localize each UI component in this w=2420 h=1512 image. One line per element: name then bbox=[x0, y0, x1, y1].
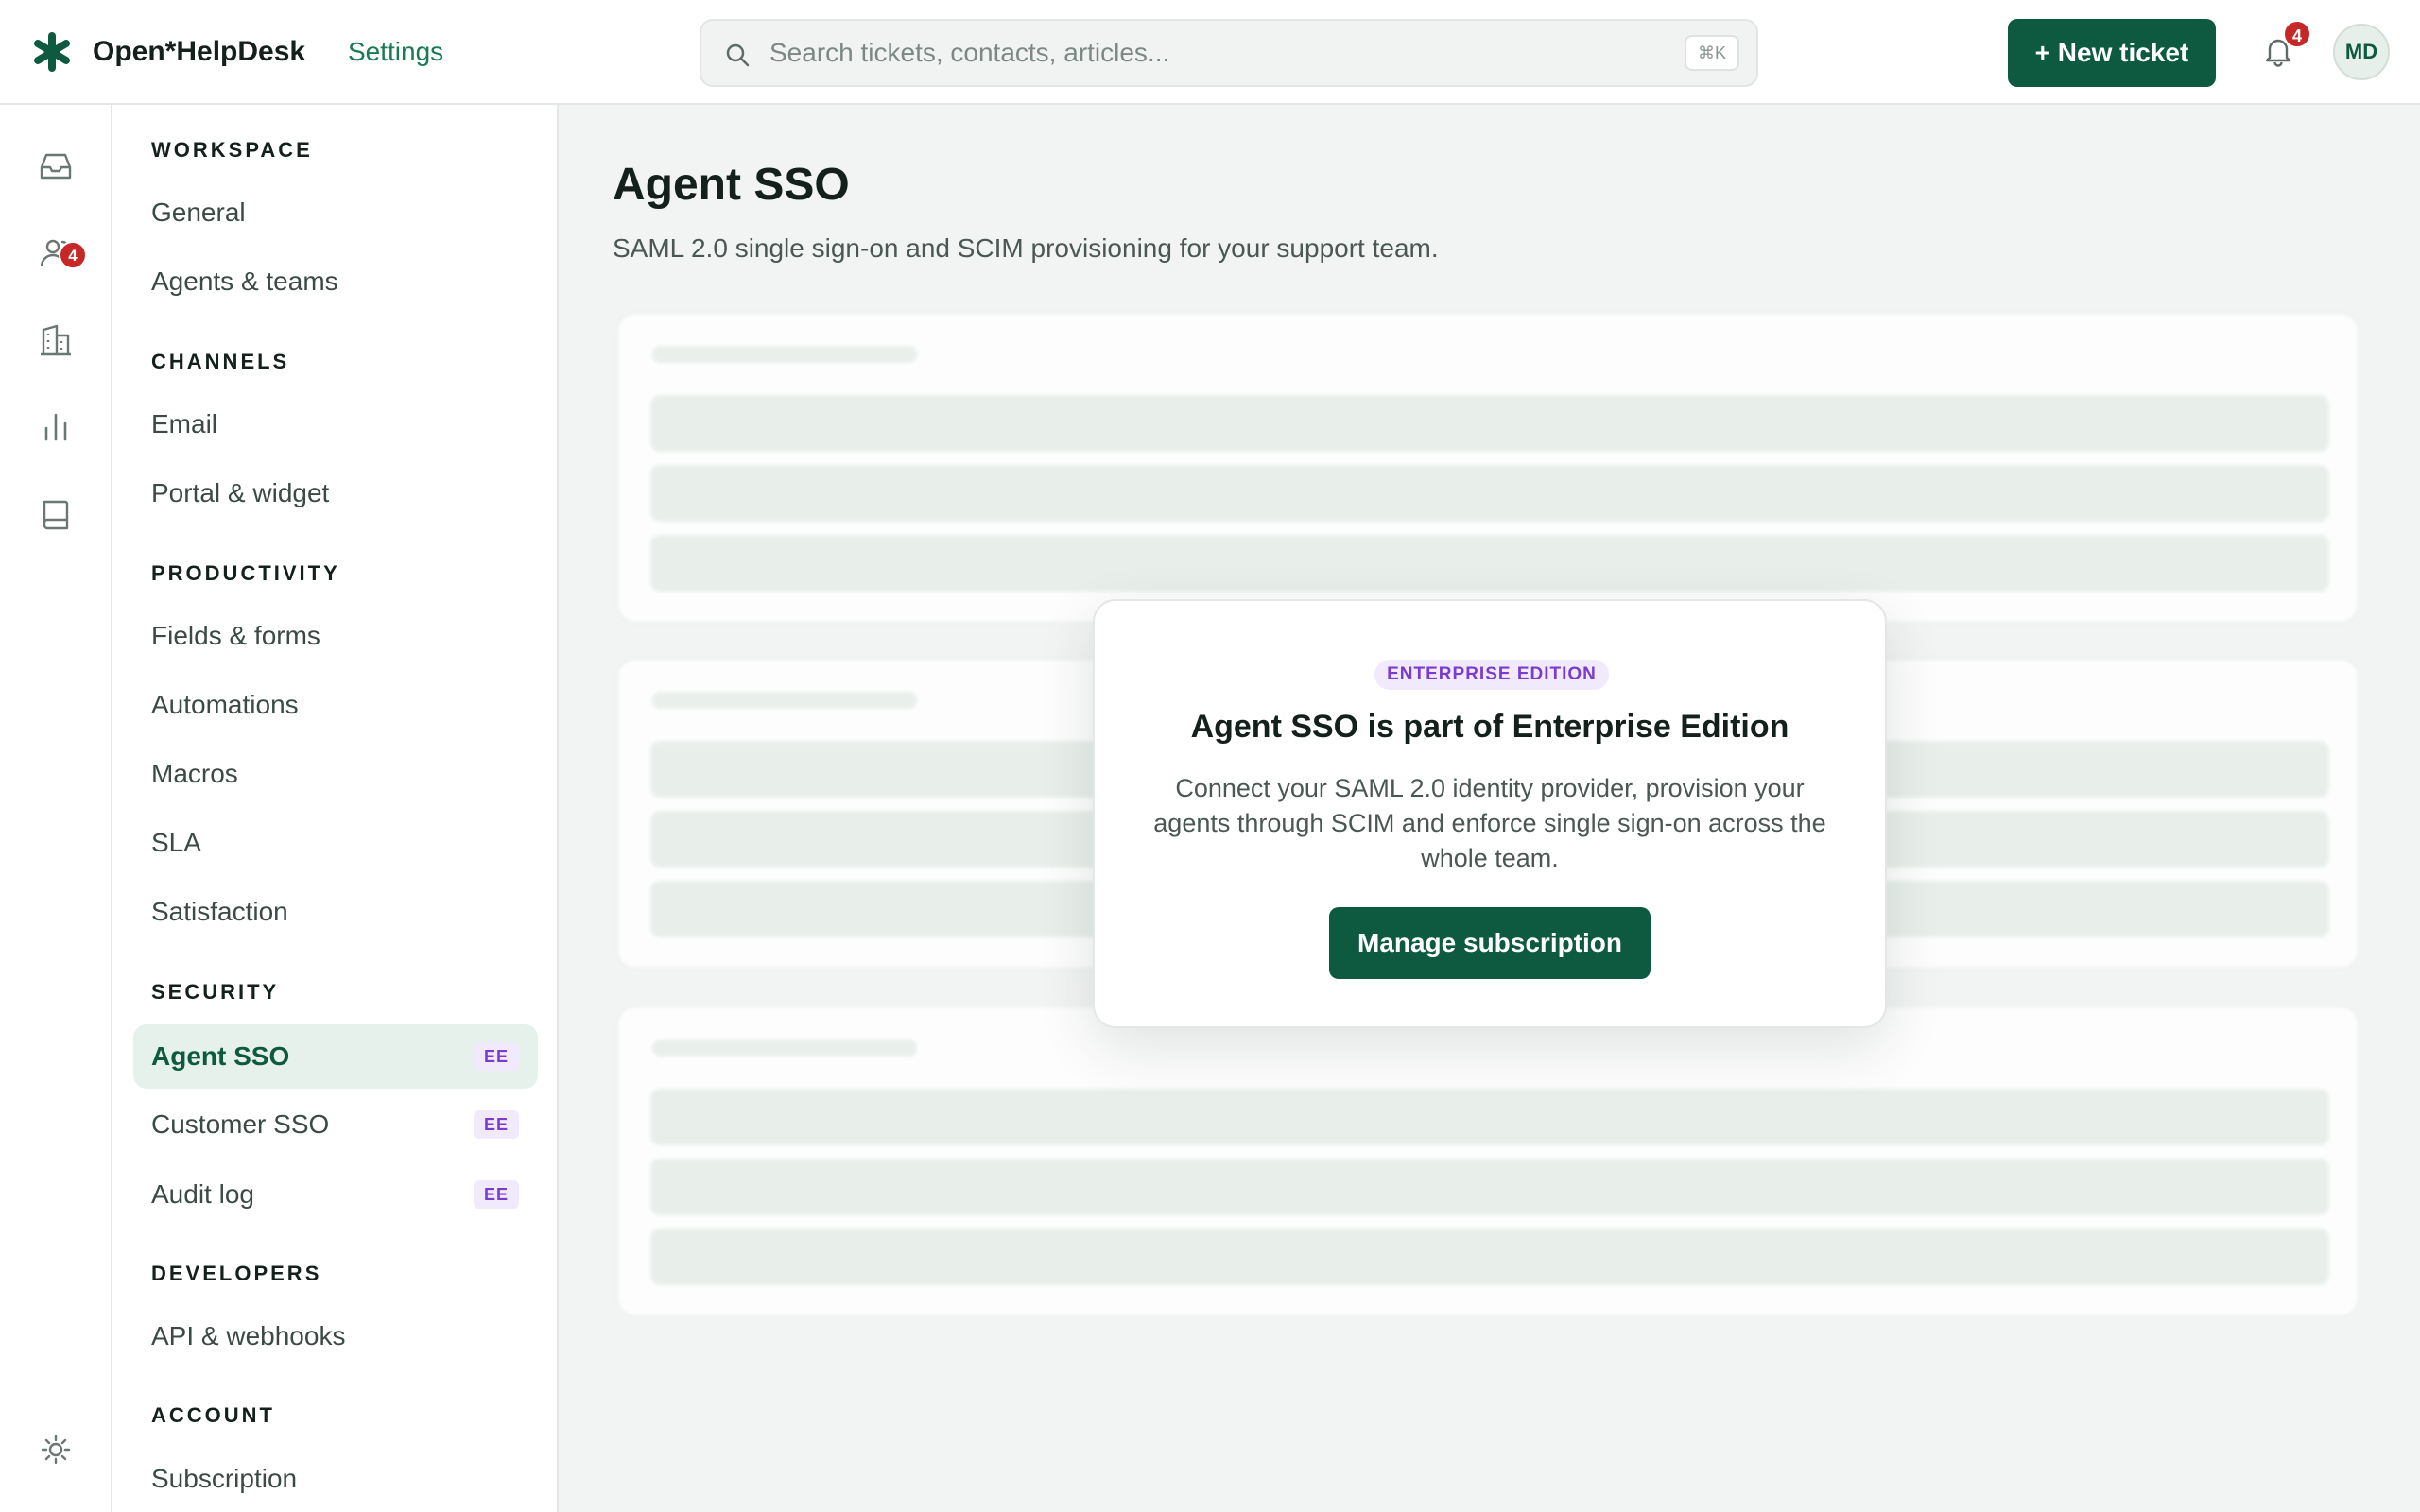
new-ticket-button[interactable]: + New ticket bbox=[2008, 19, 2216, 87]
section-title-developers: DEVELOPERS bbox=[151, 1262, 322, 1285]
sidebar-item-agent-sso[interactable]: Agent SSO EE bbox=[133, 1024, 538, 1089]
sidebar-item-agents-teams[interactable]: Agents & teams bbox=[133, 249, 538, 314]
sidebar-item-label: Email bbox=[151, 409, 218, 438]
search-shortcut-hint: ⌘K bbox=[1684, 35, 1739, 71]
skeleton-row bbox=[650, 395, 2329, 452]
sidebar-item-email[interactable]: Email bbox=[133, 392, 538, 456]
skeleton-card bbox=[616, 1005, 2360, 1317]
sidebar-item-label: Subscription bbox=[151, 1464, 298, 1493]
sidebar-item-portal-widget[interactable]: Portal & widget bbox=[133, 461, 538, 525]
manage-subscription-button[interactable]: Manage subscription bbox=[1329, 907, 1651, 979]
sidebar-item-sla[interactable]: SLA bbox=[133, 811, 538, 875]
ee-badge: EE bbox=[474, 1042, 519, 1071]
skeleton-row bbox=[650, 1159, 2329, 1215]
page-title: Agent SSO bbox=[613, 160, 850, 210]
sidebar-item-macros[interactable]: Macros bbox=[133, 742, 538, 806]
knowledge-base-icon[interactable] bbox=[38, 496, 74, 532]
inbox-badge: 4 bbox=[59, 241, 87, 269]
sidebar-item-label: Automations bbox=[151, 690, 299, 719]
top-bar: Open*HelpDesk Settings ⌘K + New ticket 4… bbox=[0, 0, 2420, 105]
reports-icon[interactable] bbox=[38, 409, 74, 445]
skeleton-row bbox=[650, 535, 2329, 592]
sidebar-item-fields-forms[interactable]: Fields & forms bbox=[133, 604, 538, 668]
sidebar-item-label: Portal & widget bbox=[151, 478, 330, 507]
search-icon bbox=[726, 43, 750, 67]
notifications-badge: 4 bbox=[2283, 20, 2311, 48]
sidebar-item-label: Customer SSO bbox=[151, 1109, 330, 1139]
sidebar-item-label: Macros bbox=[151, 759, 238, 788]
sidebar-item-label: SLA bbox=[151, 828, 201, 857]
sidebar-item-label: Fields & forms bbox=[151, 621, 320, 650]
settings-sidebar: WORKSPACE General Agents & teams CHANNEL… bbox=[112, 105, 559, 1512]
sidebar-item-audit-log[interactable]: Audit log EE bbox=[133, 1162, 538, 1227]
section-title-productivity: PRODUCTIVITY bbox=[151, 561, 340, 585]
global-search[interactable]: ⌘K bbox=[700, 19, 1758, 87]
search-input[interactable] bbox=[769, 34, 1620, 72]
settings-link[interactable]: Settings bbox=[348, 32, 443, 72]
sidebar-item-satisfaction[interactable]: Satisfaction bbox=[133, 880, 538, 944]
skeleton-title bbox=[652, 692, 917, 709]
dialog-body: Connect your SAML 2.0 identity provider,… bbox=[1153, 774, 1826, 872]
sidebar-item-label: Agent SSO bbox=[151, 1041, 290, 1071]
sidebar-item-label: Agents & teams bbox=[151, 266, 338, 296]
skeleton-row bbox=[650, 1228, 2329, 1285]
companies-icon[interactable] bbox=[38, 322, 74, 358]
theme-toggle-icon[interactable] bbox=[38, 1432, 74, 1468]
skeleton-title bbox=[652, 1040, 917, 1057]
avatar[interactable]: MD bbox=[2333, 24, 2390, 80]
asterisk-logo-icon bbox=[34, 32, 70, 72]
section-title-channels: CHANNELS bbox=[151, 350, 290, 373]
app-name: Open*HelpDesk bbox=[93, 36, 306, 67]
section-title-account: ACCOUNT bbox=[151, 1403, 275, 1427]
sidebar-item-api-webhooks[interactable]: API & webhooks bbox=[133, 1304, 538, 1368]
inbox-icon[interactable] bbox=[38, 148, 74, 184]
sidebar-item-customer-sso[interactable]: Customer SSO EE bbox=[133, 1092, 538, 1157]
ee-badge: EE bbox=[474, 1110, 519, 1139]
enterprise-upsell-dialog: ENTERPRISE EDITION Agent SSO is part of … bbox=[1093, 599, 1887, 1028]
section-title-security: SECURITY bbox=[151, 980, 280, 1004]
sidebar-item-label: Satisfaction bbox=[151, 897, 288, 926]
sidebar-item-automations[interactable]: Automations bbox=[133, 673, 538, 737]
skeleton-card bbox=[616, 312, 2360, 624]
sidebar-item-label: General bbox=[151, 198, 246, 227]
skeleton-row bbox=[650, 1089, 2329, 1145]
sidebar-item-subscription[interactable]: Subscription bbox=[133, 1447, 538, 1511]
skeleton-row bbox=[650, 465, 2329, 522]
dialog-title: Agent SSO is part of Enterprise Edition bbox=[1190, 709, 1789, 745]
sidebar-item-label: API & webhooks bbox=[151, 1321, 346, 1350]
section-title-workspace: WORKSPACE bbox=[151, 138, 313, 162]
sidebar-item-label: Audit log bbox=[151, 1179, 254, 1209]
icon-rail: 4 bbox=[0, 105, 112, 1512]
ee-badge: EE bbox=[474, 1180, 519, 1209]
page-subtitle: SAML 2.0 single sign-on and SCIM provisi… bbox=[613, 233, 1439, 263]
skeleton-title bbox=[652, 346, 917, 363]
sidebar-item-general[interactable]: General bbox=[133, 180, 538, 245]
enterprise-edition-badge: ENTERPRISE EDITION bbox=[1374, 660, 1609, 690]
